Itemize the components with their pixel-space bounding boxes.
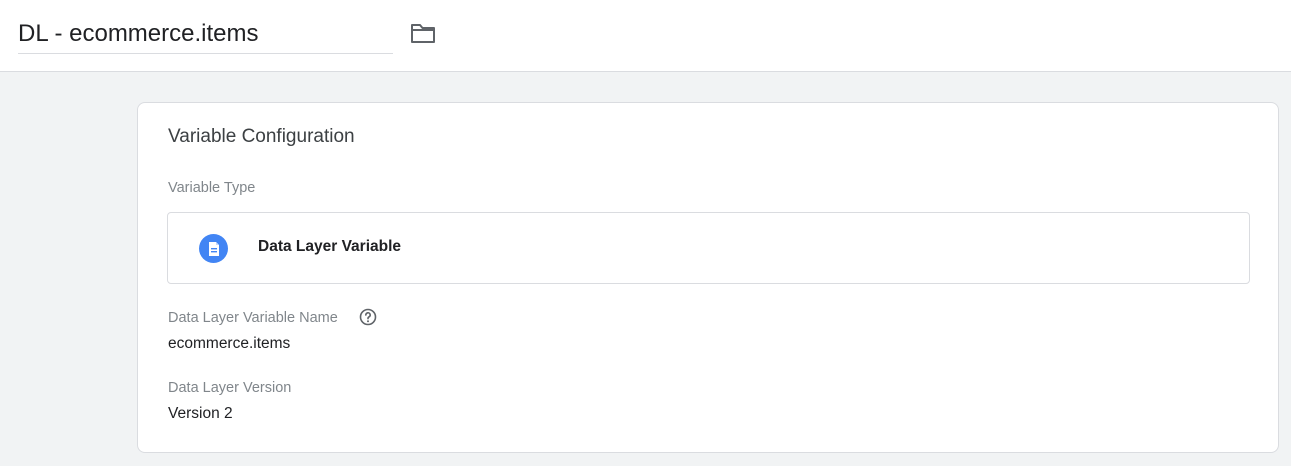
variable-type-selector[interactable]: Data Layer Variable bbox=[167, 212, 1250, 284]
help-icon[interactable] bbox=[359, 308, 377, 326]
variable-type-name: Data Layer Variable bbox=[258, 238, 402, 255]
folder-icon bbox=[411, 24, 435, 43]
variable-type-label: Variable Type bbox=[168, 180, 256, 196]
variable-name-input[interactable] bbox=[18, 14, 393, 54]
document-icon bbox=[199, 234, 228, 263]
card-title: Variable Configuration bbox=[168, 126, 355, 147]
dl-version-label: Data Layer Version bbox=[168, 380, 292, 396]
variable-header bbox=[0, 0, 1291, 72]
folder-button[interactable] bbox=[408, 20, 438, 46]
dl-variable-name-value: ecommerce.items bbox=[168, 335, 291, 352]
dl-variable-name-label: Data Layer Variable Name bbox=[168, 310, 338, 326]
variable-configuration-card: Variable Configuration Variable Type Dat… bbox=[137, 102, 1279, 453]
dl-version-value: Version 2 bbox=[168, 405, 233, 422]
